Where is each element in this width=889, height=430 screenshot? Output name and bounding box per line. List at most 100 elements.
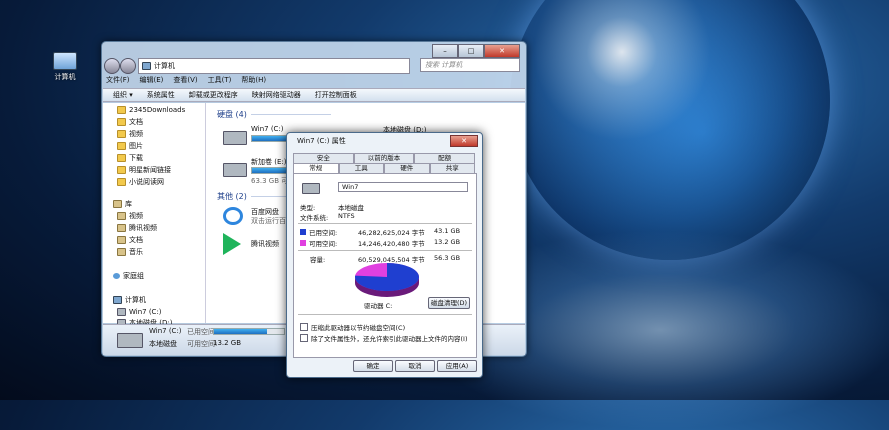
drive-icon <box>117 333 143 348</box>
nav-item[interactable]: Win7 (C:) <box>117 307 162 317</box>
compress-checkbox[interactable] <box>300 323 308 331</box>
general-panel: Win7 类型: 本地磁盘 文件系统: NTFS 已用空间: 46,282,62… <box>293 173 477 358</box>
folder-icon <box>117 154 126 162</box>
map-drive-button[interactable]: 映射网络驱动器 <box>252 90 301 100</box>
drive-icon <box>223 131 247 145</box>
capacity-label: 容量: <box>310 256 326 264</box>
free-gb: 13.2 GB <box>434 238 461 246</box>
disk-cleanup-button[interactable]: 磁盘清理(D) <box>428 297 470 309</box>
nav-item[interactable]: 下载 <box>117 153 143 163</box>
compress-checkbox-row[interactable]: 压缩此驱动器以节约磁盘空间(C) <box>300 322 405 332</box>
cancel-button[interactable]: 取消 <box>395 360 435 372</box>
properties-dialog[interactable]: Win7 (C:) 属性 ✕ 安全 以前的版本 配额 常规 工具 硬件 共享 W… <box>286 132 483 378</box>
type-value: 本地磁盘 <box>338 204 364 212</box>
tab-sharing[interactable]: 共享 <box>429 163 475 173</box>
library-icon <box>113 200 122 208</box>
nav-library[interactable]: 库 <box>113 199 132 209</box>
planet-wallpaper <box>510 0 830 260</box>
drive-icon <box>117 308 126 316</box>
tabs-row-top: 安全 以前的版本 配额 <box>293 153 476 163</box>
control-panel-button[interactable]: 打开控制面板 <box>315 90 357 100</box>
tab-hardware[interactable]: 硬件 <box>384 163 430 173</box>
command-bar: 组织 ▾ 系统属性 卸载或更改程序 映射网络驱动器 打开控制面板 <box>103 88 525 102</box>
tab-previous-versions[interactable]: 以前的版本 <box>353 153 415 163</box>
nav-computer[interactable]: 计算机 <box>113 295 146 305</box>
drive-name: 驱动器 C: <box>364 302 393 310</box>
dialog-close-button[interactable]: ✕ <box>450 135 478 147</box>
nav-item[interactable]: 腾讯视频 <box>117 223 157 233</box>
disk-usage-pie <box>355 263 419 297</box>
nav-item[interactable]: 明星新闻链接 <box>117 165 171 175</box>
homegroup-icon <box>113 273 120 279</box>
details-usage-bar <box>213 328 285 335</box>
library-icon <box>117 236 126 244</box>
folder-icon <box>117 166 126 174</box>
baidu-netdisk-icon <box>223 207 243 225</box>
desktop-computer-icon[interactable]: 计算机 <box>48 52 82 82</box>
nav-item[interactable]: 图片 <box>117 141 143 151</box>
tab-general[interactable]: 常规 <box>293 163 339 173</box>
address-text: 计算机 <box>154 62 175 70</box>
nav-item[interactable]: 文档 <box>117 235 143 245</box>
index-checkbox-row[interactable]: 除了文件属性外，还允许索引此驱动器上文件的内容(I) <box>300 333 472 343</box>
computer-icon <box>53 52 77 70</box>
type-label: 类型: <box>300 204 316 212</box>
library-icon <box>117 248 126 256</box>
nav-item[interactable]: 小说阅读网 <box>117 177 164 187</box>
back-button[interactable] <box>104 58 120 74</box>
forward-button[interactable] <box>120 58 136 74</box>
drive-label-input[interactable]: Win7 <box>338 182 468 192</box>
menu-help[interactable]: 帮助(H) <box>241 75 266 87</box>
free-space-label: 可用空间: <box>300 238 337 248</box>
organize-button[interactable]: 组织 ▾ <box>113 90 133 100</box>
computer-icon <box>113 296 122 304</box>
minimize-button[interactable]: – <box>432 44 458 58</box>
menu-edit[interactable]: 编辑(E) <box>140 75 164 87</box>
computer-icon <box>142 62 151 70</box>
menu-view[interactable]: 查看(V) <box>173 75 197 87</box>
tab-tools[interactable]: 工具 <box>338 163 384 173</box>
library-icon <box>117 224 126 232</box>
folder-icon <box>117 118 126 126</box>
used-space-label: 已用空间: <box>300 227 337 237</box>
used-bytes: 46,282,625,024 字节 <box>358 229 425 237</box>
close-button[interactable]: ✕ <box>484 44 520 58</box>
folder-icon <box>117 178 126 186</box>
desktop-icon-label: 计算机 <box>54 73 76 81</box>
menu-tools[interactable]: 工具(T) <box>208 75 232 87</box>
nav-item[interactable]: 文档 <box>117 117 143 127</box>
nav-item[interactable]: 视频 <box>117 211 143 221</box>
free-bytes: 14,246,420,480 字节 <box>358 240 425 248</box>
details-usage-fill <box>214 329 268 334</box>
window-controls: – □ ✕ <box>432 44 520 58</box>
nav-homegroup[interactable]: 家庭组 <box>113 271 144 281</box>
dialog-title: Win7 (C:) 属性 <box>297 137 346 145</box>
library-icon <box>117 212 126 220</box>
capacity-gb: 56.3 GB <box>434 254 461 262</box>
menu-file[interactable]: 文件(F) <box>106 75 130 87</box>
nav-item[interactable]: 2345Downloads <box>117 105 185 115</box>
filesystem-value: NTFS <box>338 212 355 220</box>
tabs-row-bottom: 常规 工具 硬件 共享 <box>293 163 475 173</box>
free-color-swatch <box>300 240 306 246</box>
system-properties-button[interactable]: 系统属性 <box>147 90 175 100</box>
hdd-section-header: 硬盘 (4) <box>217 109 331 120</box>
address-bar[interactable]: 计算机 <box>138 58 410 74</box>
nav-item[interactable]: 视频 <box>117 129 143 139</box>
uninstall-button[interactable]: 卸载或更改程序 <box>189 90 238 100</box>
drive-icon <box>223 163 247 177</box>
drive-icon <box>302 183 320 194</box>
folder-icon <box>117 130 126 138</box>
menu-bar: 文件(F) 编辑(E) 查看(V) 工具(T) 帮助(H) <box>106 75 266 87</box>
tab-security[interactable]: 安全 <box>293 153 354 163</box>
search-input[interactable]: 搜索 计算机 <box>420 58 520 72</box>
ok-button[interactable]: 确定 <box>353 360 393 372</box>
apply-button[interactable]: 应用(A) <box>437 360 477 372</box>
maximize-button[interactable]: □ <box>458 44 484 58</box>
used-gb: 43.1 GB <box>434 227 461 235</box>
index-checkbox[interactable] <box>300 334 308 342</box>
tab-quota[interactable]: 配额 <box>414 153 476 163</box>
nav-item[interactable]: 音乐 <box>117 247 143 257</box>
filesystem-label: 文件系统: <box>300 214 329 222</box>
folder-icon <box>117 106 126 114</box>
